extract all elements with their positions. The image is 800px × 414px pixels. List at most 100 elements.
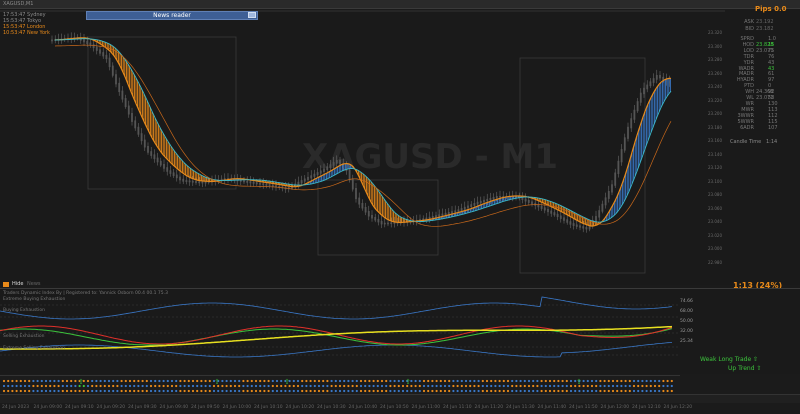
candle-body: [476, 201, 479, 205]
candle-body: [467, 205, 469, 209]
signal-dot: [519, 389, 522, 393]
signal-dot: [464, 384, 468, 388]
signal-dot: [275, 379, 279, 383]
news-button[interactable]: News: [27, 281, 41, 287]
signal-dot: [343, 384, 346, 388]
candle-body: [323, 168, 325, 172]
candle-body: [566, 219, 569, 223]
signal-dot: [553, 384, 556, 388]
signal-dot: [561, 379, 564, 383]
signal-dot: [23, 379, 27, 383]
signal-dot: [456, 384, 459, 388]
signal-dot: [599, 384, 602, 388]
candle-body: [630, 118, 633, 129]
signal-dot: [200, 389, 203, 393]
signal-dot: [170, 379, 174, 383]
candle-body: [127, 105, 130, 115]
signal-dot: [347, 379, 350, 383]
candle-body: [495, 196, 498, 199]
signal-dot: [380, 384, 384, 388]
candle-body: [444, 212, 447, 216]
signal-dot: [40, 379, 43, 383]
candle-body: [143, 139, 146, 148]
signal-dot: [225, 389, 228, 393]
signal-dot: [196, 384, 199, 388]
signal-dot: [326, 384, 329, 388]
main-chart-area[interactable]: XAGUSD - M1: [0, 10, 800, 285]
up-arrow-icon: ⇧: [753, 356, 759, 363]
signal-dot: [158, 384, 161, 388]
news-close-icon[interactable]: [248, 12, 256, 18]
candle-body: [140, 133, 143, 142]
candle-body: [553, 212, 556, 216]
signal-dot: [628, 389, 631, 393]
signal-dot: [254, 389, 258, 393]
signal-dot: [162, 389, 165, 393]
candle-time-value: 1:14: [766, 139, 778, 145]
signal-dot: [229, 379, 232, 383]
price-tick: 23.300: [708, 43, 722, 49]
signal-dot: [565, 389, 568, 393]
signal-dot: [485, 379, 489, 383]
candle-body: [473, 202, 476, 206]
signal-dot: [317, 389, 321, 393]
signal-dot: [221, 389, 224, 393]
signal-dot: [393, 379, 396, 383]
signal-dot: [166, 384, 169, 388]
candle-body: [547, 209, 549, 213]
signal-dot: [582, 389, 585, 393]
candle-body: [451, 211, 453, 214]
signal-dot: [280, 379, 283, 383]
signal-dot: [389, 379, 392, 383]
signal-dot: [536, 384, 539, 388]
signal-dot: [599, 379, 602, 383]
signal-dot: [233, 379, 237, 383]
candle-body: [390, 222, 393, 225]
signal-dot: [443, 384, 447, 388]
signal-dot: [19, 384, 22, 388]
signal-dot: [49, 389, 52, 393]
indicator-panel[interactable]: Traders Dynamic Index By | Registered to…: [0, 288, 800, 374]
session-name: New York: [25, 30, 50, 36]
candle-body: [540, 205, 543, 209]
signal-dot: [305, 389, 308, 393]
signal-dot: [401, 389, 405, 393]
signal-dot: [280, 384, 283, 388]
signal-dot: [36, 379, 39, 383]
signal-dot: [7, 389, 10, 393]
signal-dot: [183, 389, 186, 393]
candle-body: [371, 215, 373, 219]
signal-dot: [225, 384, 228, 388]
hide-button[interactable]: Hide: [12, 281, 23, 287]
candle-body: [499, 196, 501, 198]
signal-dot: [137, 379, 140, 383]
candle-body: [297, 181, 300, 186]
signal-dot: [397, 389, 400, 393]
buy-arrow-icon: ⇧: [78, 378, 84, 386]
signal-dot: [498, 379, 501, 383]
candle-body: [460, 208, 463, 211]
hide-toggle-icon[interactable]: [3, 282, 9, 287]
signal-dot: [259, 384, 262, 388]
stats-value-2: 107: [768, 124, 778, 131]
signal-dot: [137, 389, 140, 393]
news-reader-bar[interactable]: News reader: [86, 11, 258, 20]
candle-body: [595, 216, 597, 222]
time-label: 24 Jun 10:30: [317, 405, 346, 410]
signal-dot: [208, 379, 211, 383]
candle-body: [124, 98, 127, 108]
price-tick: 23.000: [708, 246, 722, 251]
signal-dot: [477, 384, 480, 388]
signal-dot: [49, 379, 52, 383]
signal-dot: [389, 384, 392, 388]
signal-dot: [611, 384, 615, 388]
signal-dot: [204, 389, 207, 393]
candle-body: [633, 109, 636, 120]
time-label: 24 Jun 09:50: [191, 405, 220, 410]
signal-dot: [11, 389, 14, 393]
buy-arrow-icon: ⇧: [214, 378, 220, 386]
signal-dot: [212, 389, 216, 393]
signal-dot: [208, 389, 211, 393]
price-tick: 23.160: [708, 138, 722, 143]
signal-dot: [296, 389, 300, 393]
